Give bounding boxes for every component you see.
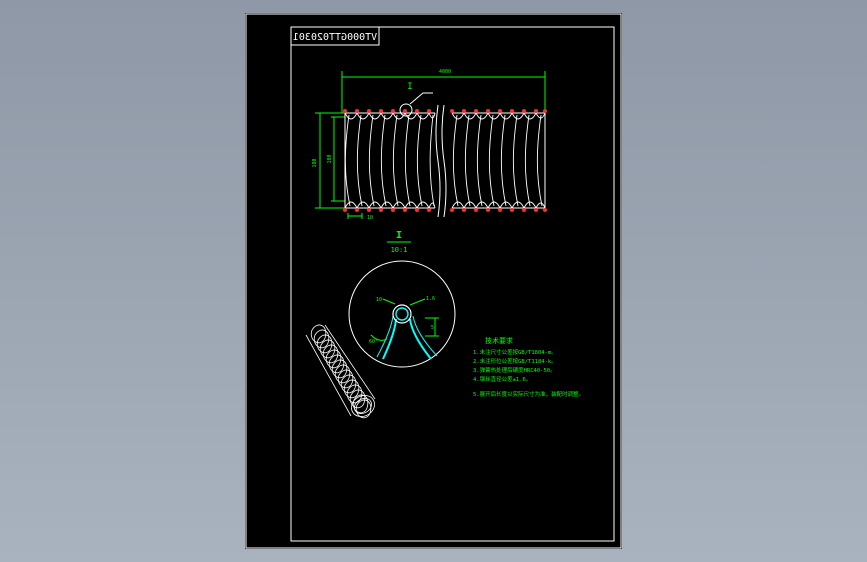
pitch-dimension: 10 — [347, 213, 373, 221]
angle-label: 60° — [369, 339, 378, 345]
height-dim-outer: 100 — [312, 158, 318, 167]
detail-title: I 10:1 — [387, 230, 411, 254]
gap-label: 5 — [431, 325, 434, 331]
notes-title: 技术要求 — [485, 336, 513, 345]
thickness-label: 1.6 — [426, 296, 435, 302]
length-dim-text: 4000 — [439, 69, 451, 75]
detail-view: 10 1.6 5 60° — [348, 260, 456, 368]
height-dim-inner: 100 — [327, 154, 333, 163]
note-5: 5.展开后长度以实际尺寸为准，装配时调整。 — [473, 390, 584, 398]
hose-elevation — [343, 104, 547, 218]
note-3: 3.弹簧热处理后硬度HRC40-50。 — [473, 366, 556, 374]
detail-scale: 10:1 — [391, 246, 408, 254]
note-1: 1.未注尺寸公差按GB/T1804-m。 — [473, 348, 557, 356]
inner-frame — [290, 26, 615, 542]
note-4: 4.钢丝直径公差±1.6。 — [473, 375, 531, 383]
technical-notes: 技术要求 1.未注尺寸公差按GB/T1804-m。 2.未注形位公差按GB/T1… — [473, 336, 584, 398]
title-code: VT000GTT020301 — [293, 32, 377, 43]
isometric-hose — [305, 324, 376, 419]
height-dimensions: 100 100 — [312, 112, 345, 209]
detail-label: I — [396, 230, 402, 241]
callout-label: I — [407, 82, 412, 92]
drawing-sheet: VT000GTT020301 4000 I 100 100 10 I 10:1 … — [245, 13, 622, 549]
title-block: VT000GTT020301 — [290, 26, 380, 46]
outer-frame — [245, 13, 622, 549]
drawing-canvas: VT000GTT020301 4000 I 100 100 10 I 10:1 … — [245, 13, 622, 549]
note-2: 2.未注形位公差按GB/T1184-k。 — [473, 357, 557, 365]
pitch-dim-text: 10 — [367, 215, 373, 221]
wire-label: 10 — [376, 297, 382, 303]
